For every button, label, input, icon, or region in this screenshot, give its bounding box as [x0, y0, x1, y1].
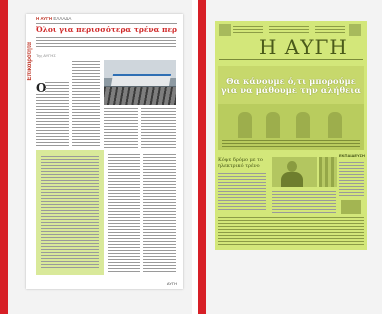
article-column-6: [143, 154, 176, 272]
teaser-text-1: [233, 26, 263, 34]
newspaper-front-page-thumbnail-right[interactable]: Η ΑΥΓΗ Θα κάνουμε ό,τι μπορούμε για να μ…: [215, 21, 367, 250]
page-footer: ΑΥΓΗ: [166, 281, 177, 286]
article-headline: Όλοι για περισσότερα τρένα περισσότερα!: [36, 26, 177, 34]
newspaper-logo: Η ΑΥΓΗ: [259, 35, 348, 59]
article-lead-text: [36, 37, 176, 49]
train-shape: [110, 74, 172, 86]
hero-headline: Θα κάνουμε ό,τι μπορούμε για να μάθουμε …: [218, 77, 364, 97]
masthead-rule: [219, 59, 363, 60]
article-column-4: [141, 108, 176, 148]
side-column: ΕΚΠΑΙΔΕΥΣΗ: [339, 153, 365, 214]
section-label: Επικαιρότητα: [27, 42, 33, 81]
page-masthead: Η ΑΥΓΗ ΕΛΛΑΔΑ: [36, 16, 71, 21]
side-column-title: ΕΚΠΑΙΔΕΥΣΗ: [339, 153, 365, 158]
train-photo: [104, 60, 176, 105]
article-column-5: [108, 154, 140, 272]
lower-story-text: [218, 173, 266, 211]
hero-person-4: [328, 112, 342, 138]
article-byline: Της ΑΥΓΗΣ: [36, 53, 56, 58]
teaser-thumb-2: [349, 24, 361, 36]
hero-section: Θα κάνουμε ό,τι μπορούμε για να μάθουμε …: [218, 66, 364, 150]
top-rule: [36, 23, 177, 24]
teaser-text-2: [269, 26, 309, 34]
hero-caption: [222, 140, 360, 147]
lower-story-title: Κόψε δρόμο με το ηλεκτρικό τρένο: [218, 157, 263, 169]
masthead-section: ΕΛΛΑΔΑ: [53, 16, 72, 21]
article-column-3: [104, 108, 138, 148]
lower-story: Κόψε δρόμο με το ηλεκτρικό τρένο: [218, 157, 266, 213]
article-column-1-lower: [36, 94, 69, 148]
teaser-text-3: [315, 26, 345, 34]
highlighted-article-text: [41, 156, 99, 268]
side-column-photo: [341, 200, 361, 214]
hero-person-2: [266, 112, 280, 138]
hero-person-3: [296, 112, 310, 138]
portrait-head: [287, 161, 297, 172]
highlighted-article-region[interactable]: [36, 150, 104, 275]
hero-headline-line-2: για να μάθουμε την αλήθεια: [221, 86, 361, 97]
newspaper-page-thumbnail-left[interactable]: Η ΑΥΓΗ ΕΛΛΑΔΑ Επικαιρότητα Όλοι για περι…: [26, 14, 183, 289]
railway-tracks: [104, 87, 176, 105]
bottom-text-block: [218, 217, 364, 247]
middle-story-text: [272, 191, 336, 213]
portrait-photo: [272, 157, 317, 187]
portrait-body: [281, 172, 303, 187]
article-column-2: [72, 61, 100, 147]
left-red-bar: [0, 0, 8, 314]
middle-red-bar: [198, 0, 206, 314]
teaser-thumb-1: [219, 24, 231, 36]
crowd-photo: [319, 157, 337, 187]
masthead-logo: Η ΑΥΓΗ: [36, 16, 53, 21]
side-column-text: [339, 162, 364, 198]
hero-person-1: [238, 112, 252, 138]
